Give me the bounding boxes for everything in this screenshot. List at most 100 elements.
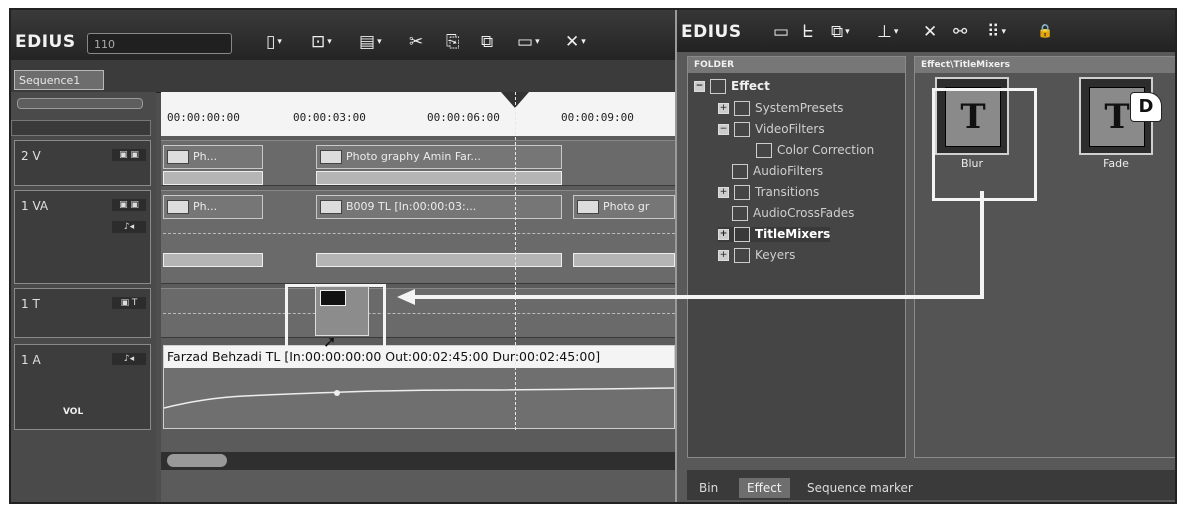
audio-clip-1a[interactable]: Farzad Behzadi TL [In:00:00:00:00 Out:00… — [163, 345, 675, 429]
cut-icon[interactable]: ✂ — [409, 32, 423, 52]
audio-bar-3 — [573, 253, 675, 267]
track-header-2v[interactable]: 2 V ▣ ▣ — [14, 140, 151, 186]
dragged-effect-tile[interactable] — [315, 286, 369, 336]
playhead-line — [515, 92, 516, 430]
ruler-tick: 00:00:06:00 — [427, 111, 500, 124]
drag-arrow-horizontal — [411, 295, 984, 299]
ruler-tick: 00:00:09:00 — [561, 111, 634, 124]
tab-sequence-marker[interactable]: Sequence marker — [799, 478, 921, 498]
timeline-window: EDIUS 110 ▯ ▾ ⊡ ▾ ▤ ▾ ✂ ⎘ ⧉ ▭ ▾ ✕ ▾ Sequence1… — [11, 10, 675, 502]
effects-window: EDIUS ▭ ᖶ ⧉ ▾ ⊥ ▾ ✕ ⚯ ⠿ ▾ 🔒 FOLDER − Effect … — [675, 10, 1175, 502]
title-track-line — [163, 313, 675, 314]
copy-icon[interactable]: ⧉ ▾ — [831, 22, 850, 42]
line-icon[interactable]: ⊥ ▾ — [877, 22, 898, 42]
drag-arrow-head — [397, 289, 415, 305]
tree-item-colorcorrection[interactable]: Color Correction — [756, 143, 874, 158]
audio-level-line — [163, 233, 675, 234]
mouse-cursor-icon: ➚ — [323, 332, 337, 351]
track-header-1a[interactable]: 1 A ♪◂ VOL — [14, 344, 151, 430]
ruler-tick: 00:00:03:00 — [293, 111, 366, 124]
screenshot-frame: EDIUS 110 ▯ ▾ ⊡ ▾ ▤ ▾ ✂ ⎘ ⧉ ▭ ▾ ✕ ▾ Sequence1… — [9, 8, 1177, 504]
drag-arrow-vertical — [980, 191, 984, 299]
header-scrollbar[interactable] — [11, 120, 151, 136]
track-toggle-2v[interactable]: ▣ ▣ — [112, 149, 146, 161]
audio-bar-1 — [163, 253, 263, 267]
sequence-bar: Sequence1 — [11, 60, 675, 93]
default-effect-badge: D — [1130, 92, 1162, 122]
folder-icon — [756, 143, 772, 158]
effect-selection-highlight — [932, 88, 1037, 201]
audio-bar-2 — [316, 253, 562, 267]
ruler-tick: 00:00:00:00 — [167, 111, 240, 124]
clip-1va-2[interactable]: B009 TL [In:00:00:03:... — [316, 195, 562, 219]
track-toggle-1va[interactable]: ▣ ▣ — [112, 199, 146, 211]
track-header-column: 2 V ▣ ▣ 1 VA ▣ ▣ ♪◂ 1 T ▣ T 1 A ♪◂ VOL — [11, 92, 156, 502]
clip-1va-1[interactable]: Ph... — [163, 195, 263, 219]
clip-2v-1[interactable]: Ph... — [163, 145, 263, 169]
effects-titlebar: EDIUS ▭ ᖶ ⧉ ▾ ⊥ ▾ ✕ ⚯ ⠿ ▾ 🔒 — [677, 10, 1175, 52]
track-label-1a: 1 A — [21, 353, 41, 367]
folder-icon — [734, 227, 750, 242]
clip-2v-2[interactable]: Photo graphy Amin Far... — [316, 145, 562, 169]
project-field[interactable]: 110 — [87, 33, 232, 54]
effects-brand: EDIUS — [681, 22, 742, 42]
track-row-2v: Ph... Photo graphy Amin Far... — [161, 140, 675, 186]
folder-icon — [710, 79, 726, 94]
audio-waveform — [164, 387, 674, 409]
tab-effect[interactable]: Effect — [739, 478, 790, 498]
tree-item-audiocrossfades[interactable]: AudioCrossFades — [732, 206, 854, 221]
track-label-1t: 1 T — [21, 297, 40, 311]
paste-icon[interactable]: ⧉ — [481, 32, 493, 52]
delete-icon[interactable]: ✕ ▾ — [565, 32, 586, 52]
delete-icon[interactable]: ✕ — [923, 22, 937, 42]
track-header-1va[interactable]: 1 VA ▣ ▣ ♪◂ — [14, 190, 151, 284]
copy-icon[interactable]: ⎘ — [446, 32, 460, 52]
lock-icon[interactable]: 🔒 — [1037, 22, 1053, 42]
clip-2v-2-bar — [316, 171, 562, 185]
mode-icon[interactable]: ▭ ▾ — [517, 32, 540, 52]
track-toggle-1t[interactable]: ▣ T — [112, 297, 146, 309]
up-icon[interactable]: ᖶ — [803, 22, 813, 42]
tree-item-titlemixers[interactable]: + TitleMixers — [718, 227, 831, 242]
save-icon[interactable]: ▤ ▾ — [359, 32, 382, 52]
tree-item-effect[interactable]: − Effect — [694, 79, 770, 94]
effects-bottom-tabs: Bin Effect Sequence marker — [687, 470, 1175, 500]
timecode-ruler[interactable]: 00:00:00:00 00:00:03:00 00:00:06:00 00:0… — [161, 92, 675, 136]
folder-icon — [732, 206, 748, 221]
folder-icon — [734, 122, 750, 137]
track-row-1va: Ph... B009 TL [In:00:00:03:... Photo gr — [161, 190, 675, 284]
effect-fade-label: Fade — [1103, 157, 1129, 170]
audio-clip-info: Farzad Behzadi TL [In:00:00:00:00 Out:00… — [164, 346, 674, 368]
folder-icon — [732, 164, 748, 179]
timeline-brand: EDIUS — [15, 32, 76, 52]
tree-item-videofilters[interactable]: − VideoFilters — [718, 122, 825, 137]
tab-bin[interactable]: Bin — [691, 478, 726, 498]
folder-icon — [734, 248, 750, 263]
track-toggle-1a[interactable]: ♪◂ — [112, 353, 146, 365]
new-project-icon[interactable]: ▯ ▾ — [266, 32, 282, 52]
folder-pane-header: FOLDER — [688, 57, 905, 73]
timeline-titlebar: EDIUS 110 ▯ ▾ ⊡ ▾ ▤ ▾ ✂ ⎘ ⧉ ▭ ▾ ✕ ▾ — [11, 10, 675, 60]
folder-icon — [734, 185, 750, 200]
tree-item-keyers[interactable]: + Keyers — [718, 248, 795, 263]
tree-item-systempresets[interactable]: + SystemPresets — [718, 101, 843, 116]
track-label-2v: 2 V — [21, 149, 41, 163]
view-icon[interactable]: ⠿ ▾ — [987, 22, 1006, 42]
folder-icon — [734, 101, 750, 116]
search-icon[interactable]: ⚯ — [953, 22, 967, 42]
track-label-1va: 1 VA — [21, 199, 49, 213]
tab-sequence1[interactable]: Sequence1 — [14, 70, 104, 90]
timeline-scrollbar[interactable] — [161, 452, 675, 470]
bin-icon[interactable]: ▭ — [773, 22, 789, 42]
tree-item-transitions[interactable]: + Transitions — [718, 185, 819, 200]
audio-toggle-1va[interactable]: ♪◂ — [112, 221, 146, 233]
volume-label[interactable]: VOL — [63, 407, 83, 417]
track-switch[interactable] — [17, 98, 143, 109]
track-header-1t[interactable]: 1 T ▣ T — [14, 288, 151, 338]
timeline-scroll-thumb[interactable] — [167, 454, 227, 467]
clip-1va-3[interactable]: Photo gr — [573, 195, 675, 219]
tree-item-audiofilters[interactable]: AudioFilters — [732, 164, 823, 179]
open-project-icon[interactable]: ⊡ ▾ — [311, 32, 332, 52]
folder-pane: FOLDER − Effect + SystemPresets − VideoFilt… — [687, 56, 906, 458]
clip-2v-1-bar — [163, 171, 263, 185]
